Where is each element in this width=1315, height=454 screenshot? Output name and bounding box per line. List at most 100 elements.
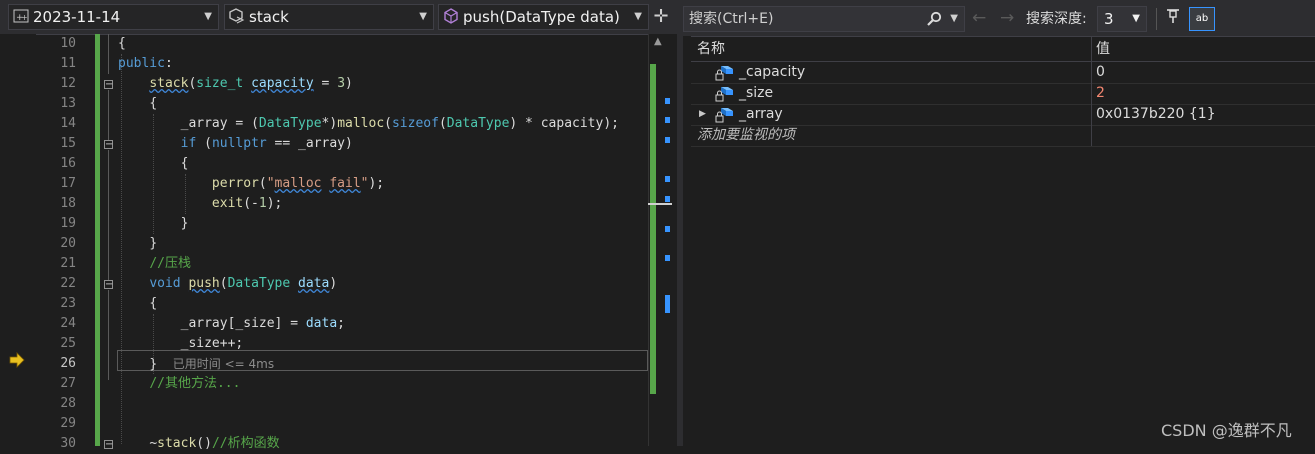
code-line-13: { xyxy=(118,94,648,114)
token: } xyxy=(149,236,158,251)
hexadecimal-label: ab xyxy=(1195,13,1209,24)
watch-row[interactable]: _size 2 xyxy=(691,83,1315,105)
token: { xyxy=(118,36,126,51)
split-window-icon[interactable]: ✛ xyxy=(651,6,671,28)
collapse-icon[interactable]: − xyxy=(104,80,113,90)
code-line-21: //压栈 xyxy=(118,254,648,274)
token: _size++; xyxy=(180,336,244,351)
perf-tip[interactable]: 已用时间 <= 4ms xyxy=(173,357,274,371)
token: ) * capacity); xyxy=(509,116,619,131)
watch-row[interactable]: _capacity 0 xyxy=(691,62,1315,84)
hexadecimal-toggle-button[interactable]: ab xyxy=(1189,7,1215,31)
token-function: stack xyxy=(157,436,197,451)
add-watch-row[interactable]: 添加要监视的项 xyxy=(691,125,1315,147)
token-comment: //析构函数 xyxy=(211,436,280,451)
scope-name: stack xyxy=(249,8,289,26)
watch-name: _size xyxy=(739,85,774,101)
pin-icon[interactable] xyxy=(1164,8,1182,28)
token-number: 1 xyxy=(258,196,267,211)
scope-dropdown[interactable]: stack ▼ xyxy=(224,4,434,30)
svg-text:+: + xyxy=(21,13,28,22)
token: ( xyxy=(438,116,447,131)
token-comment: //压栈 xyxy=(149,256,191,271)
protected-field-icon xyxy=(715,85,735,102)
token-function: push xyxy=(188,276,220,291)
token: { xyxy=(180,156,189,171)
line-numbers: 10 11 12 13 14 15 16 17 18 19 20 21 22 2… xyxy=(36,34,76,454)
token-type: size_t xyxy=(196,76,244,91)
collapse-icon[interactable]: − xyxy=(104,280,113,290)
scrollbar-marker xyxy=(665,117,670,123)
token-string: malloc xyxy=(274,176,322,191)
collapse-icon[interactable]: − xyxy=(104,140,113,150)
column-header-value[interactable]: 值 xyxy=(1096,37,1110,61)
token: ) xyxy=(345,76,353,91)
scrollbar-marker xyxy=(665,176,670,182)
line-number: 30 xyxy=(60,436,76,451)
code-line-11: public: xyxy=(118,54,648,74)
current-statement-arrow-icon xyxy=(9,352,25,368)
code-line-14: _array = (DataType*)malloc(sizeof(DataTy… xyxy=(118,114,648,134)
token: ) xyxy=(329,276,338,291)
line-number: 17 xyxy=(60,176,76,191)
search-depth-value: 3 xyxy=(1104,10,1114,28)
token-string: " xyxy=(266,176,275,191)
line-number: 11 xyxy=(60,56,76,71)
watch-value-changed[interactable]: 2 xyxy=(1096,83,1105,104)
token: ( xyxy=(258,176,267,191)
token: ; xyxy=(337,316,345,331)
scrollbar-marker xyxy=(665,226,670,232)
line-number: 15 xyxy=(60,136,76,151)
scrollbar-marker xyxy=(665,255,670,261)
scrollbar-thumb[interactable] xyxy=(648,203,672,205)
member-dropdown[interactable]: push(DataType data) ▼ xyxy=(438,4,649,30)
token: ( xyxy=(196,136,212,151)
token-function: stack xyxy=(149,76,189,91)
search-depth-dropdown[interactable]: 3 ▼ xyxy=(1097,6,1147,32)
scrollbar-marker xyxy=(665,137,670,143)
token-parameter: data xyxy=(305,316,338,331)
token-comment: //其他方法... xyxy=(149,376,241,391)
line-number: 19 xyxy=(60,216,76,231)
search-depth-label: 搜索深度: xyxy=(1026,11,1087,27)
code-line-16: { xyxy=(118,154,648,174)
current-line-number: 26 xyxy=(60,356,76,371)
code-line-12: stack(size_t capacity = 3) xyxy=(118,74,648,94)
search-input[interactable]: 搜索(Ctrl+E) ▼ xyxy=(683,6,965,32)
token-parameter: capacity xyxy=(251,76,314,91)
token: = xyxy=(313,76,338,91)
project-dropdown[interactable]: + + 2023-11-14 ▼ xyxy=(8,4,219,30)
token-keyword: void xyxy=(149,276,181,291)
search-icon[interactable] xyxy=(926,7,942,31)
chevron-down-icon: ▼ xyxy=(419,11,427,22)
chevron-down-icon[interactable]: ▼ xyxy=(950,7,958,31)
token-function: exit xyxy=(211,196,244,211)
column-divider xyxy=(1091,62,1092,83)
scroll-up-icon[interactable]: ▲ xyxy=(654,36,662,47)
token: *) xyxy=(321,116,338,131)
column-divider[interactable] xyxy=(1091,37,1092,61)
watch-value[interactable]: 0 xyxy=(1096,62,1105,83)
class-icon xyxy=(228,8,246,26)
search-forward-arrow-icon[interactable]: → xyxy=(1000,8,1014,28)
collapse-icon[interactable]: − xyxy=(104,440,113,450)
expand-arrow-icon[interactable]: ▶ xyxy=(699,104,706,125)
token-type: DataType xyxy=(258,116,322,131)
watch-row[interactable]: ▶ _array 0x0137b220 {1} xyxy=(691,104,1315,126)
indicator-margin[interactable] xyxy=(0,34,36,446)
code-line-26: } 已用时间 <= 4ms xyxy=(118,354,648,374)
watch-value[interactable]: 0x0137b220 {1} xyxy=(1096,104,1216,125)
search-back-arrow-icon[interactable]: ← xyxy=(972,8,986,28)
project-icon: + + xyxy=(12,8,30,26)
token: _array[_size] = xyxy=(180,316,306,331)
code-line-23: { xyxy=(118,294,648,314)
token: { xyxy=(149,296,158,311)
code-line-10: { xyxy=(118,34,648,54)
code-area[interactable]: { public: stack(size_t capacity = 3) { _… xyxy=(118,34,648,454)
line-number: 27 xyxy=(60,376,76,391)
column-header-name[interactable]: 名称 xyxy=(697,37,725,61)
add-watch-placeholder[interactable]: 添加要监视的项 xyxy=(697,125,795,146)
token: } xyxy=(149,357,158,372)
